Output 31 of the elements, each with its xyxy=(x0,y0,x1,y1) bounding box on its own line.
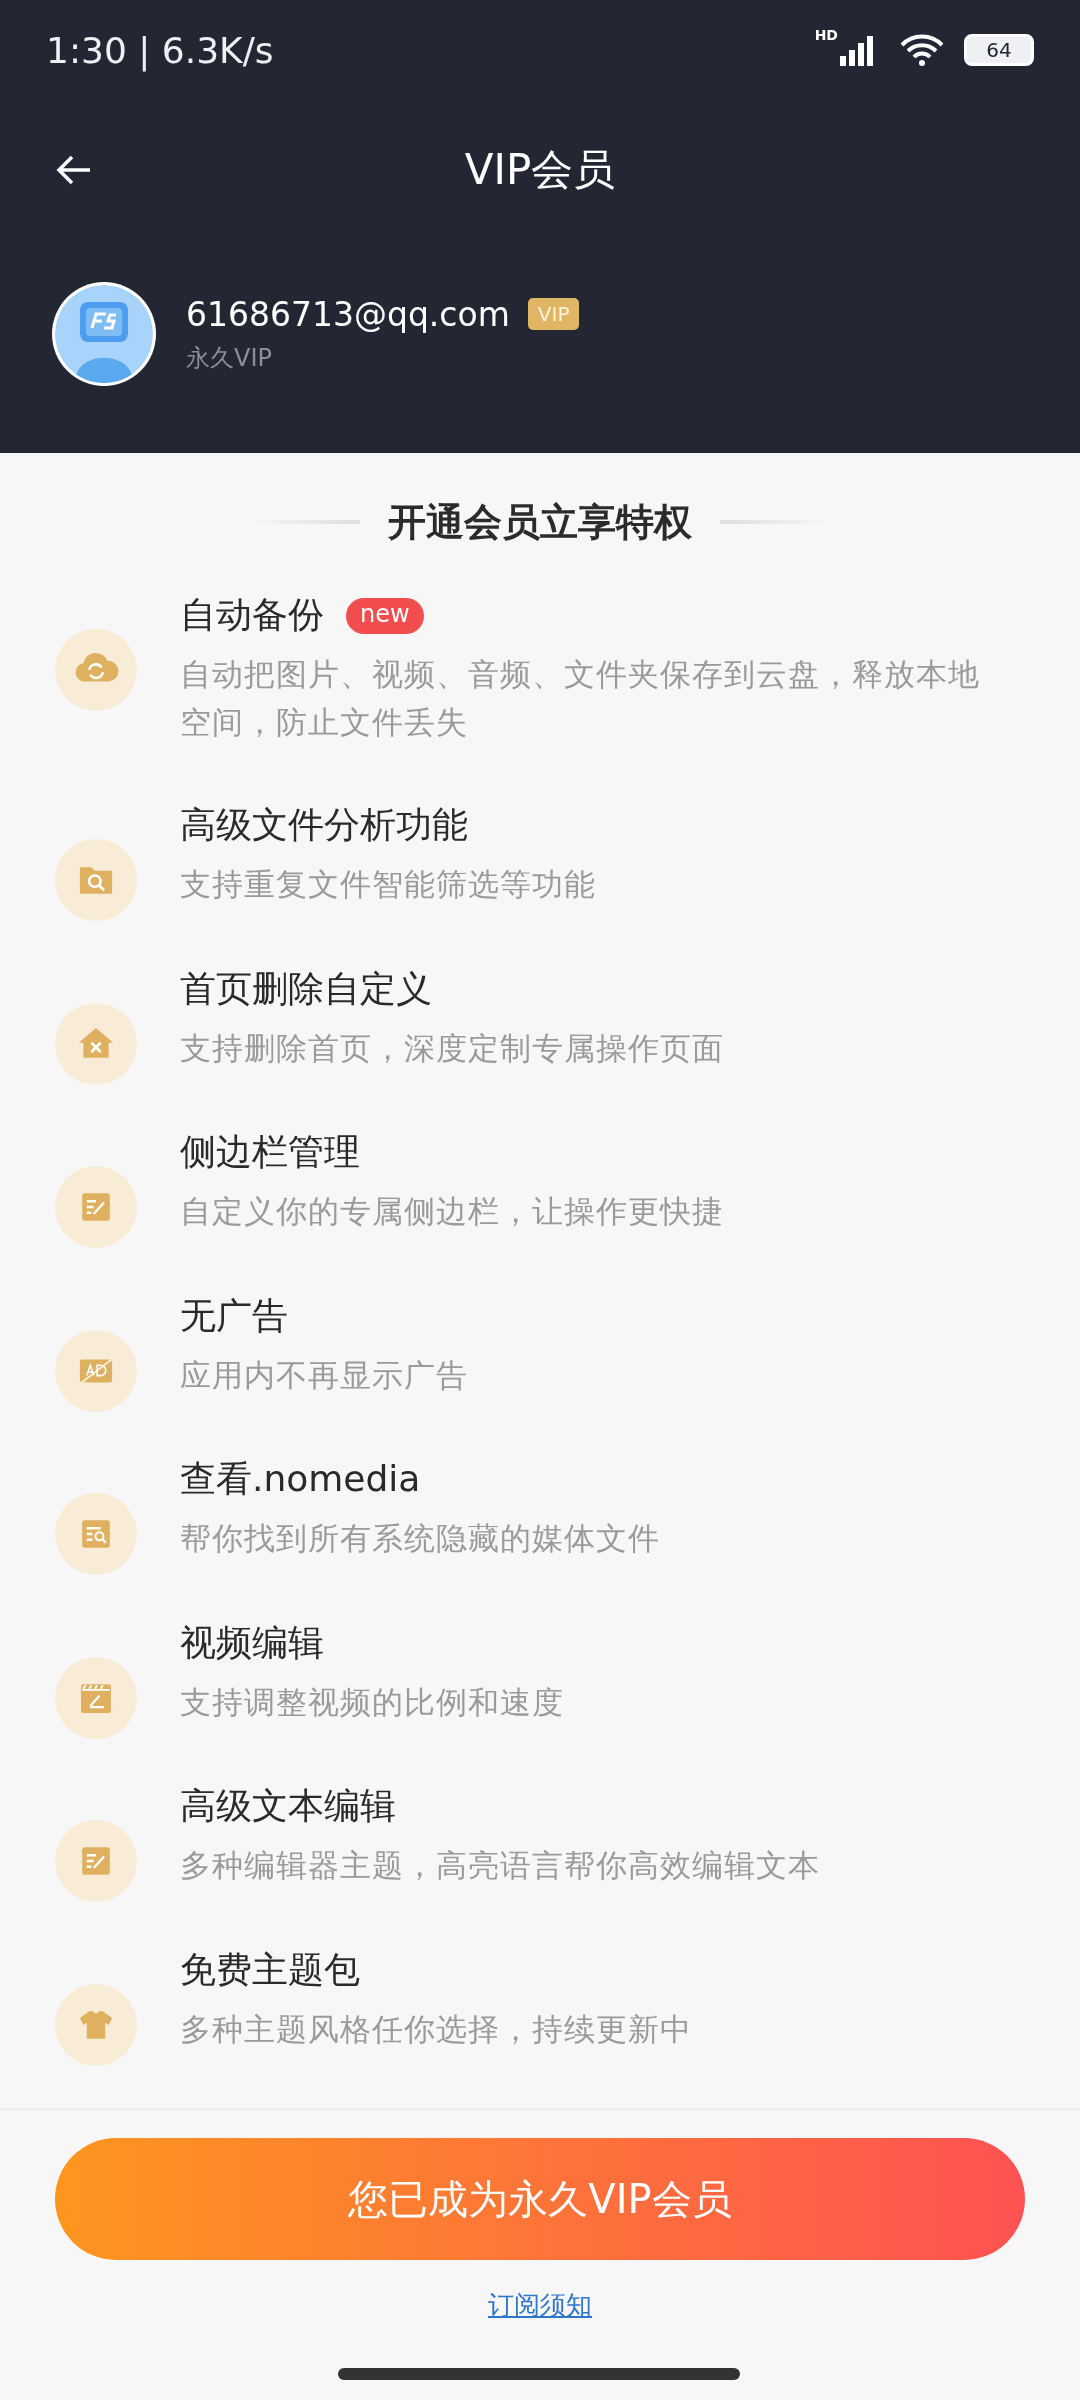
feature-description: 自动把图片、视频、音频、文件夹保存到云盘，释放本地空间，防止文件丢失 xyxy=(180,655,981,742)
feature-description: 自定义你的专属侧边栏，让操作更快捷 xyxy=(180,1192,725,1231)
feature-description: 支持重复文件智能筛选等功能 xyxy=(180,865,597,904)
avatar-icon xyxy=(50,280,158,388)
section-title: 开通会员立享特权 xyxy=(388,498,692,546)
status-time: 1:30 | 6.3K/s xyxy=(46,29,274,71)
feature-description: 多种主题风格任你选择，持续更新中 xyxy=(180,2009,693,2049)
membership-status: 永久VIP xyxy=(186,342,273,374)
feature-title: 高级文本编辑 xyxy=(180,1784,396,1828)
battery-level: 64 xyxy=(964,34,1034,66)
feature-title: 查看.nomedia xyxy=(180,1457,421,1501)
feature-title: 高级文件分析功能 xyxy=(180,803,468,847)
feature-description: 支持调整视频的比例和速度 xyxy=(180,1682,565,1722)
feature-description: 多种编辑器主题，高亮语言帮你高效编辑文本 xyxy=(180,1846,821,1885)
feature-title: 自动备份 xyxy=(180,593,324,637)
subscription-terms-link[interactable]: 订阅须知 xyxy=(488,2288,592,2323)
page-title: VIP会员 xyxy=(464,144,616,196)
feature-title: 免费主题包 xyxy=(180,1947,360,1992)
network-type: HD xyxy=(814,27,838,43)
feature-title: 视频编辑 xyxy=(180,1620,324,1665)
membership-button[interactable]: 您已成为永久VIP会员 xyxy=(55,2138,1025,2260)
feature-title: 首页删除自定义 xyxy=(180,966,432,1011)
vip-badge: VIP xyxy=(527,298,580,330)
feature-title: 无广告 xyxy=(180,1293,288,1338)
feature-description: 应用内不再显示广告 xyxy=(180,1355,469,1395)
feature-description: 支持删除首页，深度定制专属操作页面 xyxy=(180,1028,725,1068)
new-badge: new xyxy=(346,597,424,634)
wifi-icon xyxy=(898,33,946,67)
feature-title: 侧边栏管理 xyxy=(180,1130,360,1174)
feature-description: 帮你找到所有系统隐藏的媒体文件 xyxy=(180,1519,661,1558)
account-email: 61686713@qq.com xyxy=(186,294,510,334)
